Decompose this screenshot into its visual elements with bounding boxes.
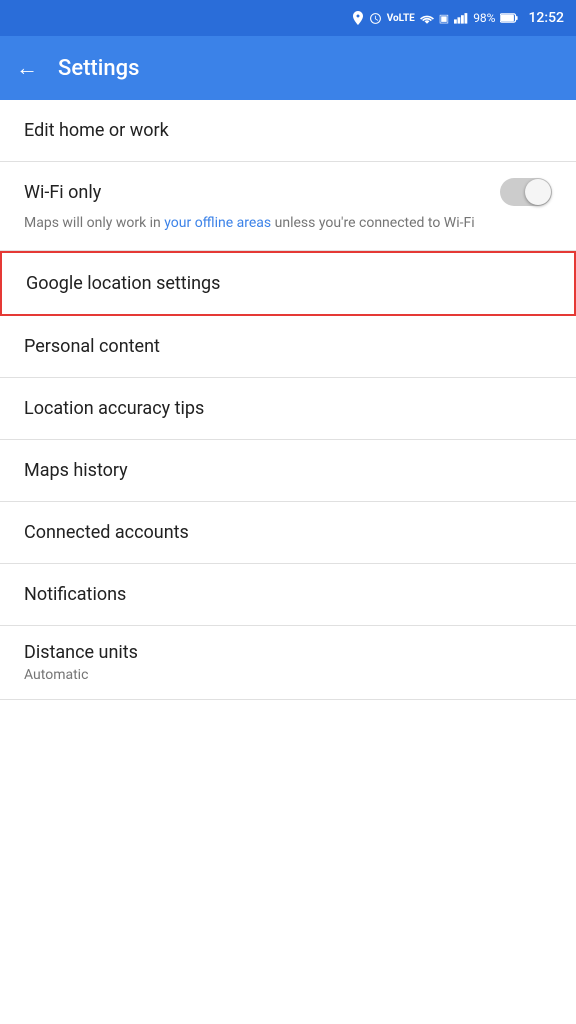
wifi-desc-suffix: unless you're connected to Wi-Fi — [271, 215, 475, 231]
settings-item-google-location-settings[interactable]: Google location settings — [0, 251, 576, 316]
edit-home-work-label: Edit home or work — [24, 120, 169, 141]
settings-item-location-accuracy-tips[interactable]: Location accuracy tips — [0, 378, 576, 440]
maps-history-label: Maps history — [24, 460, 128, 481]
distance-units-label: Distance units — [24, 642, 552, 663]
page-title: Settings — [58, 56, 139, 81]
wifi-only-label: Wi-Fi only — [24, 182, 101, 203]
battery-icon — [500, 12, 518, 24]
signal-icon — [454, 12, 468, 24]
wifi-icon — [420, 13, 434, 24]
wifi-only-toggle[interactable] — [500, 178, 552, 206]
location-icon — [352, 11, 364, 25]
google-location-settings-label: Google location settings — [26, 273, 220, 294]
back-button[interactable]: ← — [16, 55, 38, 81]
status-time: 12:52 — [528, 10, 564, 26]
notifications-label: Notifications — [24, 584, 126, 605]
distance-units-sublabel: Automatic — [24, 667, 552, 683]
toggle-thumb — [525, 179, 551, 205]
wifi-desc-prefix: Maps will only work in — [24, 215, 164, 231]
status-bar: VoLTE ▣ 98% 12:52 — [0, 0, 576, 36]
settings-item-edit-home-work[interactable]: Edit home or work — [0, 100, 576, 162]
battery-percent: 98% — [473, 11, 495, 25]
app-bar: ← Settings — [0, 36, 576, 100]
settings-item-connected-accounts[interactable]: Connected accounts — [0, 502, 576, 564]
settings-item-notifications[interactable]: Notifications — [0, 564, 576, 626]
wifi-only-description: Maps will only work in your offline area… — [24, 214, 552, 234]
offline-areas-link[interactable]: your offline areas — [164, 215, 271, 231]
alarm-icon — [369, 12, 382, 25]
sim-icon: ▣ — [439, 12, 449, 25]
personal-content-label: Personal content — [24, 336, 160, 357]
connected-accounts-label: Connected accounts — [24, 522, 189, 543]
settings-item-distance-units[interactable]: Distance units Automatic — [0, 626, 576, 700]
settings-item-maps-history[interactable]: Maps history — [0, 440, 576, 502]
lte-icon: VoLTE — [387, 13, 415, 24]
status-icons: VoLTE ▣ 98% — [352, 11, 519, 25]
location-accuracy-tips-label: Location accuracy tips — [24, 398, 204, 419]
settings-item-personal-content[interactable]: Personal content — [0, 316, 576, 378]
settings-content: Edit home or work Wi-Fi only Maps will o… — [0, 100, 576, 700]
settings-item-wifi-only[interactable]: Wi-Fi only Maps will only work in your o… — [0, 162, 576, 251]
